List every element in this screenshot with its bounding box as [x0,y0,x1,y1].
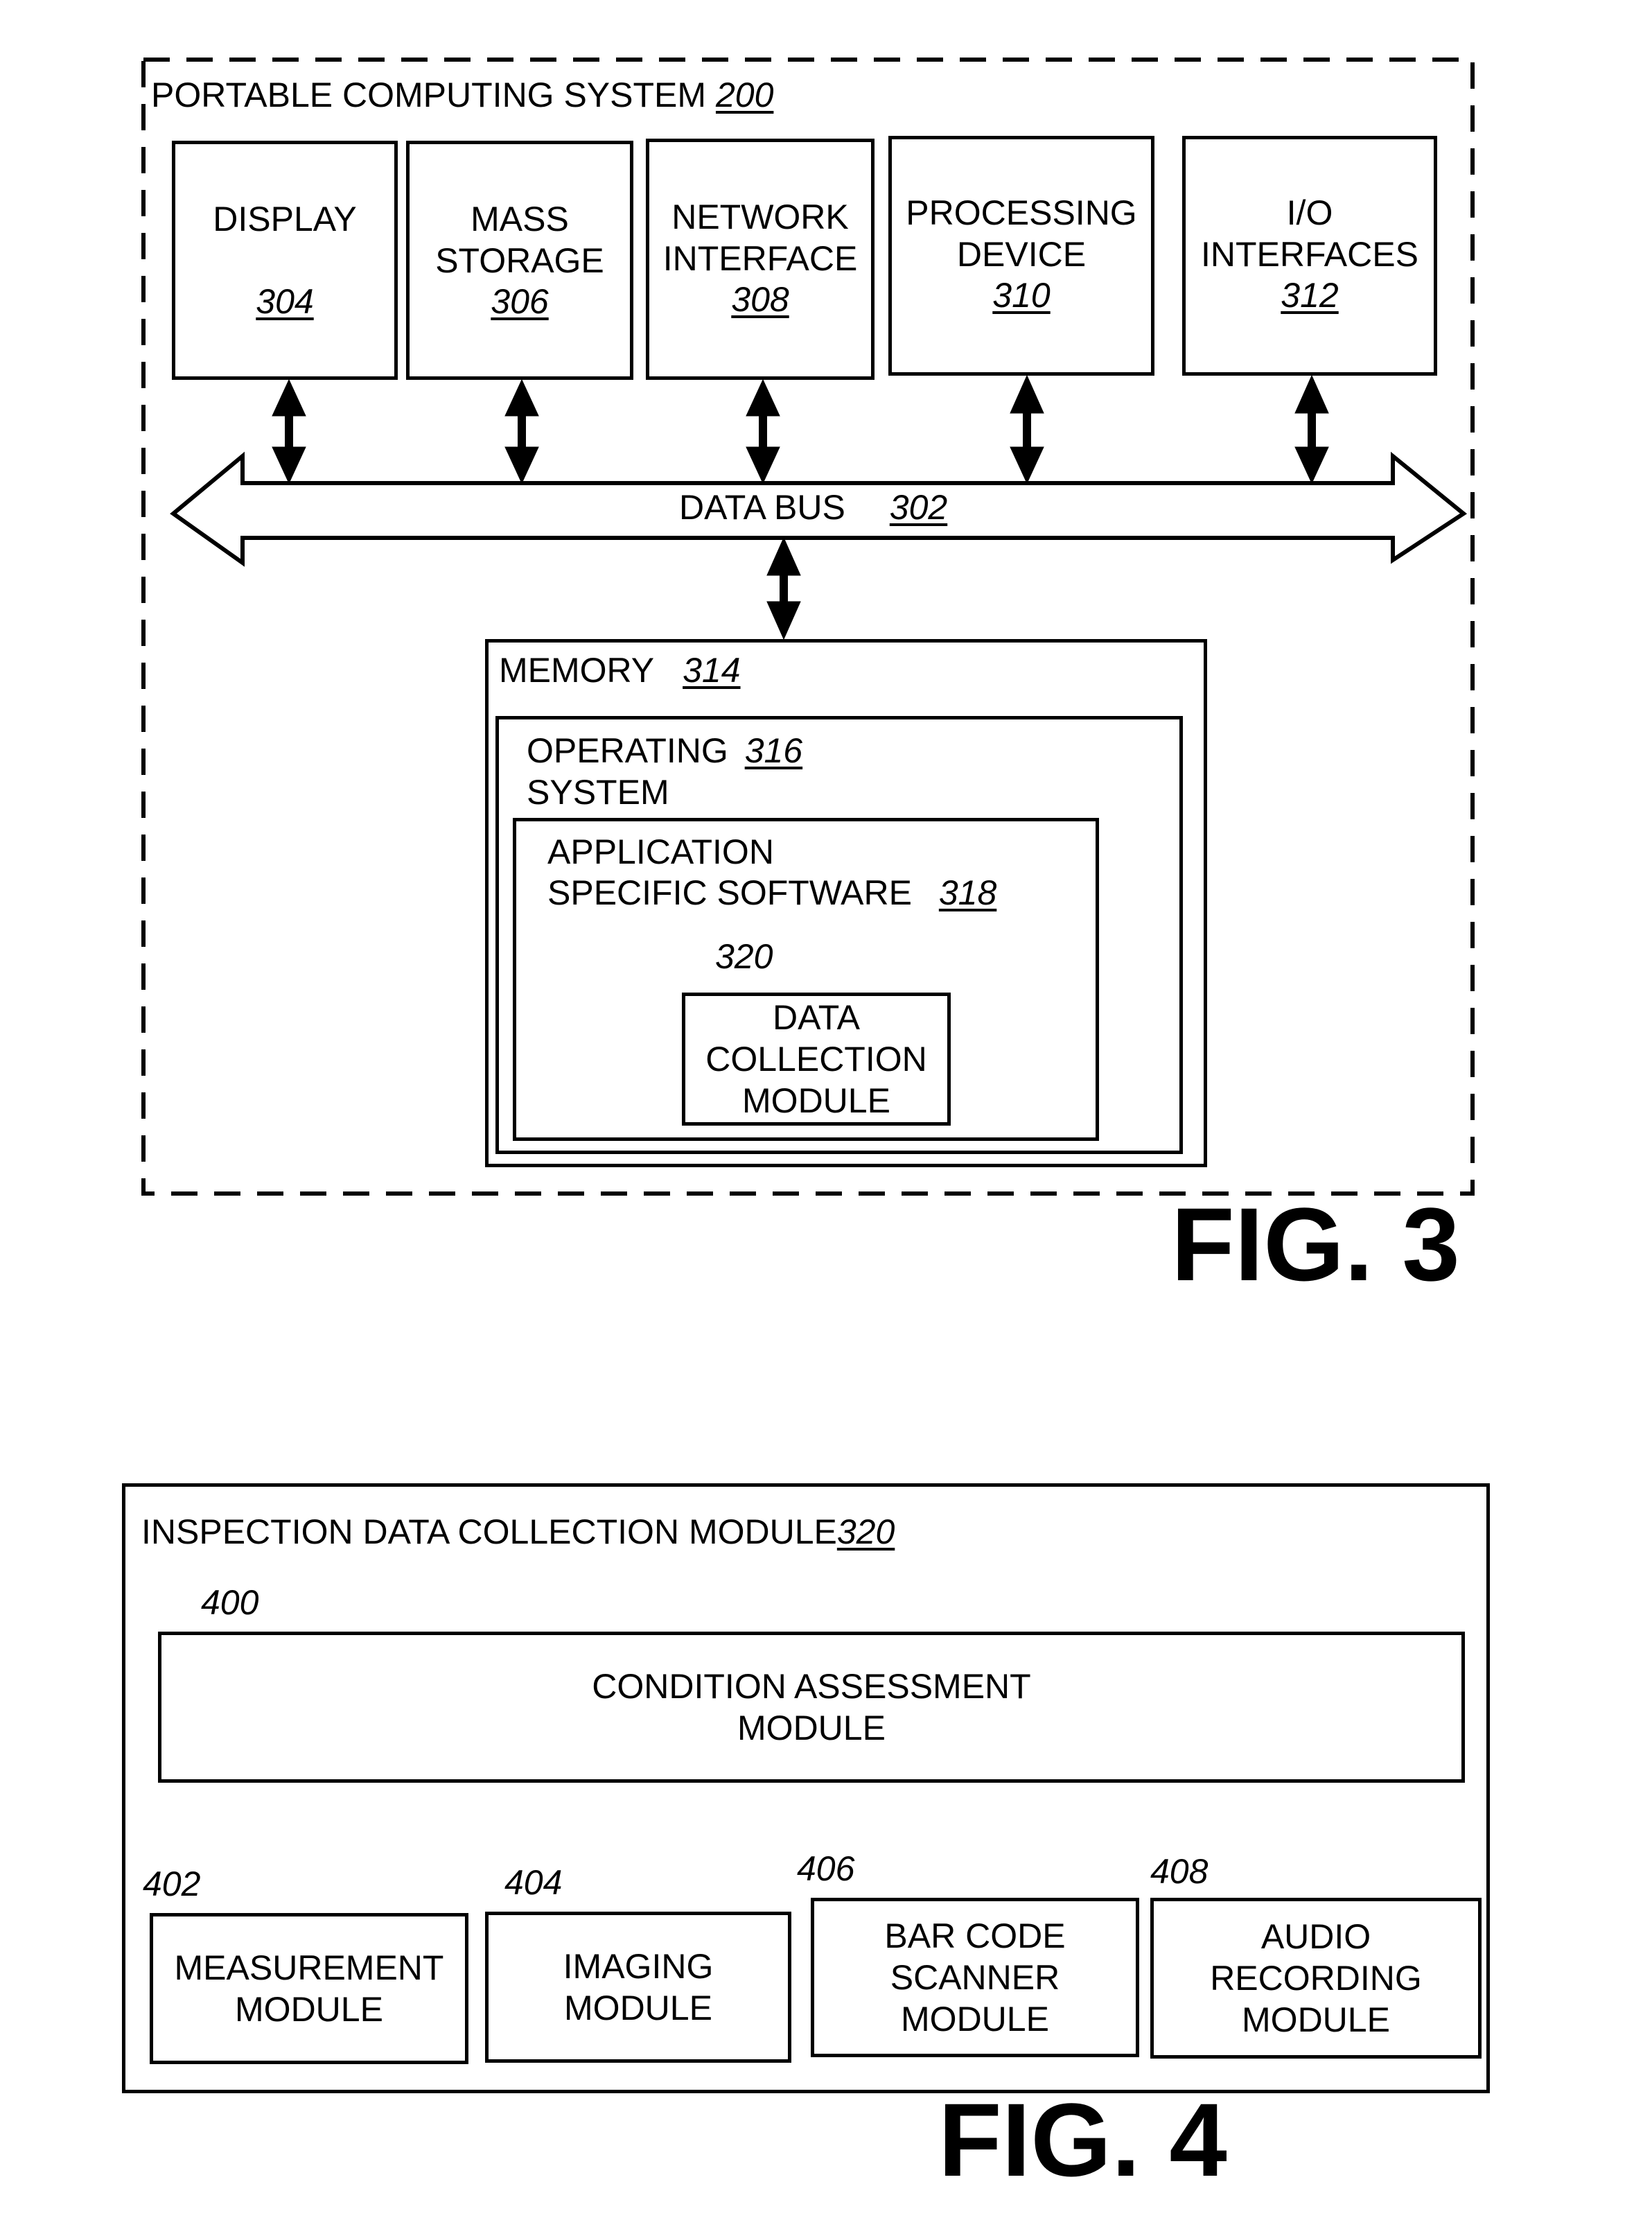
network-interface-label-2: INTERFACE [662,239,858,278]
fig4-caption: FIG. 4 [938,2081,1227,2198]
os-label-1: OPERATING [527,731,728,770]
mass-storage-label-2: STORAGE [435,241,604,280]
barcode-scanner-module-box: BAR CODE SCANNER MODULE [811,1898,1139,2057]
condition-line-1: CONDITION ASSESSMENT [592,1667,1031,1706]
dcm-callout: 320 [715,937,773,976]
measurement-text: MEASUREMENT MODULE [153,1916,465,2061]
memory-label: MEMORY [499,651,654,690]
os-label-2: SYSTEM [527,773,669,812]
audio-line-3: MODULE [1242,2000,1390,2039]
mass-storage-box: MASS STORAGE 306 [406,141,633,380]
system-title: PORTABLE COMPUTING SYSTEM 200 [151,74,773,116]
barcode-line-3: MODULE [901,2000,1049,2038]
data-bus-ref: 302 [889,488,948,527]
imaging-module-box: IMAGING MODULE [485,1912,791,2063]
barcode-text: BAR CODE SCANNER MODULE [814,1901,1136,2054]
io-interfaces-ref: 312 [1281,276,1339,315]
io-interfaces-box: I/O INTERFACES 312 [1182,136,1437,376]
arrow-storage-bus [504,378,539,484]
container-label: INSPECTION DATA COLLECTION MODULE [141,1512,837,1551]
processing-device-ref: 310 [992,276,1051,315]
os-ref: 316 [744,731,803,770]
app-label-1: APPLICATION [547,832,774,871]
condition-assessment-box: CONDITION ASSESSMENT MODULE [158,1632,1465,1783]
network-interface-label-1: NETWORK [671,198,849,236]
imaging-line-1: IMAGING [563,1947,714,1986]
memory-title: MEMORY 314 [499,649,741,691]
audio-callout: 408 [1150,1852,1209,1891]
arrow-processing-bus [1010,374,1044,484]
data-collection-module-box: DATA COLLECTION MODULE [682,993,951,1126]
display-box: DISPLAY 304 [172,141,398,380]
dcm-line-3: MODULE [742,1081,890,1120]
fig3-caption: FIG. 3 [1171,1186,1460,1302]
mass-storage-label-1: MASS [471,200,569,238]
dcm-text: DATA COLLECTION MODULE [685,996,947,1122]
imaging-callout: 404 [504,1863,563,1902]
condition-line-2: MODULE [737,1709,886,1747]
arrow-display-bus [272,378,306,484]
system-ref: 200 [715,76,774,114]
mass-storage-ref: 306 [491,282,549,321]
condition-text: CONDITION ASSESSMENT MODULE [161,1635,1461,1779]
imaging-line-2: MODULE [564,1989,712,2027]
barcode-line-2: SCANNER [890,1958,1060,1997]
processing-device-label-1: PROCESSING [906,193,1137,232]
audio-line-1: AUDIO [1260,1917,1371,1956]
imaging-text: IMAGING MODULE [489,1915,788,2059]
audio-text: AUDIO RECORDING MODULE [1154,1901,1478,2055]
barcode-line-1: BAR CODE [884,1916,1066,1955]
app-ref: 318 [938,873,997,912]
measurement-module-box: MEASUREMENT MODULE [150,1913,468,2064]
audio-line-2: RECORDING [1210,1959,1422,1998]
memory-ref: 314 [683,651,741,690]
measurement-line-1: MEASUREMENT [174,1948,444,1987]
arrow-network-bus [746,378,780,484]
data-bus-label: DATA BUS 302 [679,487,947,528]
condition-callout: 400 [201,1583,259,1622]
barcode-callout: 406 [797,1849,855,1888]
data-bus-text: DATA BUS [679,488,845,527]
arrow-bus-memory [766,536,801,640]
arrow-io-bus [1294,374,1329,484]
display-ref: 304 [256,282,314,321]
dcm-line-1: DATA [773,998,860,1037]
dcm-line-2: COLLECTION [705,1040,927,1079]
audio-recording-module-box: AUDIO RECORDING MODULE [1150,1898,1482,2059]
io-interfaces-label-1: I/O [1286,193,1333,232]
system-label: PORTABLE COMPUTING SYSTEM [151,76,707,114]
measurement-callout: 402 [143,1865,201,1903]
network-interface-ref: 308 [731,280,789,319]
display-label: DISPLAY [213,200,357,238]
app-line-2: SPECIFIC SOFTWARE 318 [547,872,996,914]
container-title: INSPECTION DATA COLLECTION MODULE320 [141,1511,895,1553]
measurement-line-2: MODULE [235,1990,383,2029]
app-label-2: SPECIFIC SOFTWARE [547,873,912,912]
processing-device-box: PROCESSING DEVICE 310 [888,136,1154,376]
processing-device-label-2: DEVICE [956,235,1087,274]
io-interfaces-label-2: INTERFACES [1201,235,1418,274]
network-interface-box: NETWORK INTERFACE 308 [646,139,875,380]
container-ref: 320 [836,1512,895,1551]
operating-system-line-1: OPERATING 316 [527,730,802,771]
